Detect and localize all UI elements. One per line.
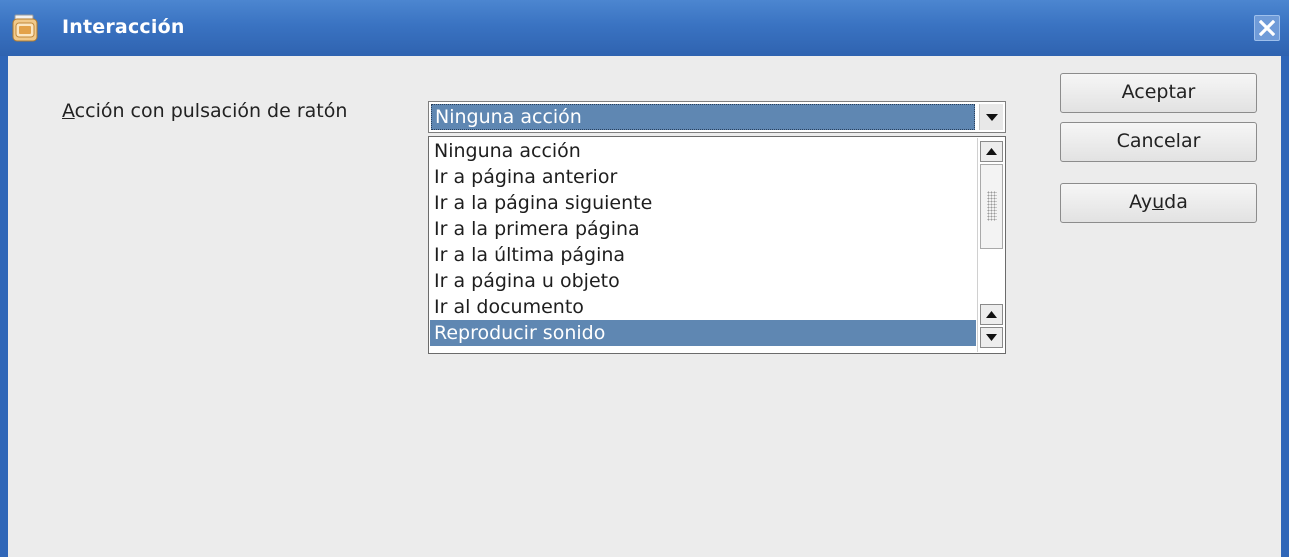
list-item-highlighted[interactable]: Reproducir sonido (430, 320, 976, 346)
close-button[interactable] (1254, 15, 1280, 41)
list-item[interactable]: Ir a la última página (430, 242, 976, 268)
combobox-toggle-button[interactable] (979, 104, 1003, 130)
list-item[interactable]: Ir a página u objeto (430, 268, 976, 294)
action-dropdown-list[interactable]: Ninguna acción Ir a página anterior Ir a… (428, 136, 1006, 354)
list-item[interactable]: Ir a página anterior (430, 164, 976, 190)
grip-icon (987, 191, 997, 221)
list-item[interactable]: Ir a la primera página (430, 216, 976, 242)
help-label-accelerator: u (1152, 191, 1165, 213)
scroll-down-button[interactable] (980, 327, 1003, 348)
close-icon (1259, 20, 1275, 36)
list-item[interactable]: Ir a la página siguiente (430, 190, 976, 216)
list-item[interactable]: Ninguna acción (430, 138, 976, 164)
mouse-action-label: Acción con pulsación de ratón (62, 100, 347, 122)
ok-button[interactable]: Aceptar (1060, 73, 1257, 113)
label-accelerator: A (62, 100, 75, 122)
mouse-action-combobox[interactable]: Ninguna acción (428, 101, 1006, 133)
list-scrollbar[interactable] (977, 138, 1004, 352)
list-item[interactable]: Ir al documento (430, 294, 976, 320)
interaction-dialog: Interacción Acción con pulsación de rató… (0, 0, 1289, 557)
arrow-up-icon (986, 311, 997, 318)
impress-icon (12, 14, 38, 42)
label-text: cción con pulsación de ratón (74, 100, 348, 122)
arrow-down-icon (986, 334, 997, 341)
arrow-up-icon (986, 148, 997, 155)
scroll-up-button-secondary[interactable] (980, 304, 1003, 325)
help-label-post: da (1164, 191, 1188, 213)
window-title: Interacción (62, 16, 185, 38)
help-button[interactable]: Ayuda (1060, 183, 1257, 223)
dialog-body: Acción con pulsación de ratón Ninguna ac… (8, 56, 1281, 557)
title-bar[interactable]: Interacción (0, 0, 1289, 56)
cancel-button[interactable]: Cancelar (1060, 122, 1257, 162)
combobox-selected-value[interactable]: Ninguna acción (431, 104, 975, 130)
chevron-down-icon (986, 114, 998, 121)
scrollbar-thumb[interactable] (980, 164, 1003, 249)
help-label-pre: Ay (1129, 191, 1153, 213)
scroll-up-button[interactable] (980, 141, 1003, 162)
